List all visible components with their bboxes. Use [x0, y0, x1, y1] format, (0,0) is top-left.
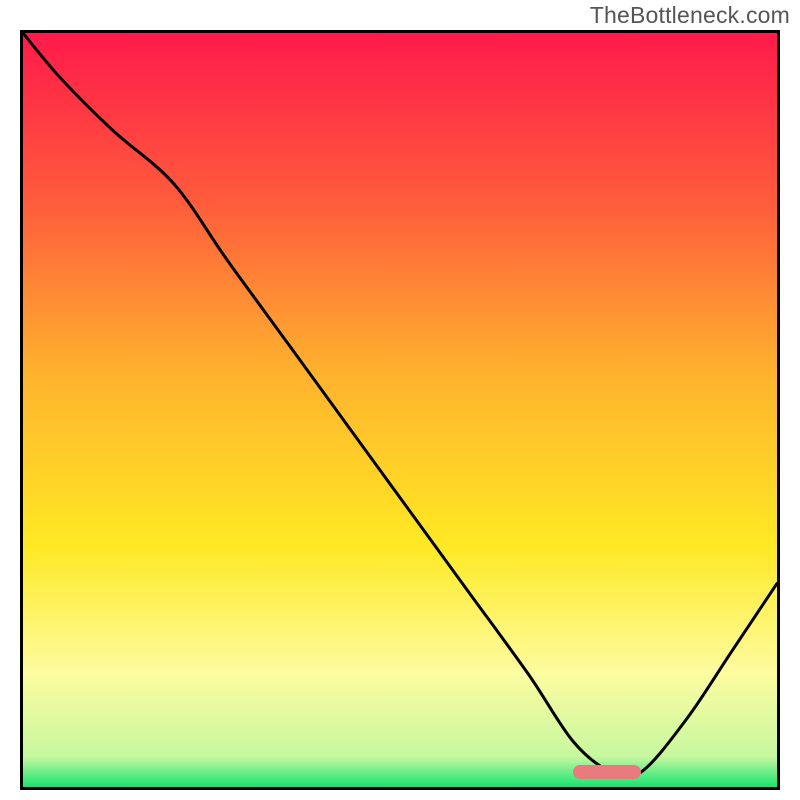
chart-area: [20, 30, 780, 790]
bottleneck-curve: [23, 33, 777, 787]
optimal-range-marker: [573, 765, 641, 779]
watermark-text: TheBottleneck.com: [590, 2, 790, 29]
